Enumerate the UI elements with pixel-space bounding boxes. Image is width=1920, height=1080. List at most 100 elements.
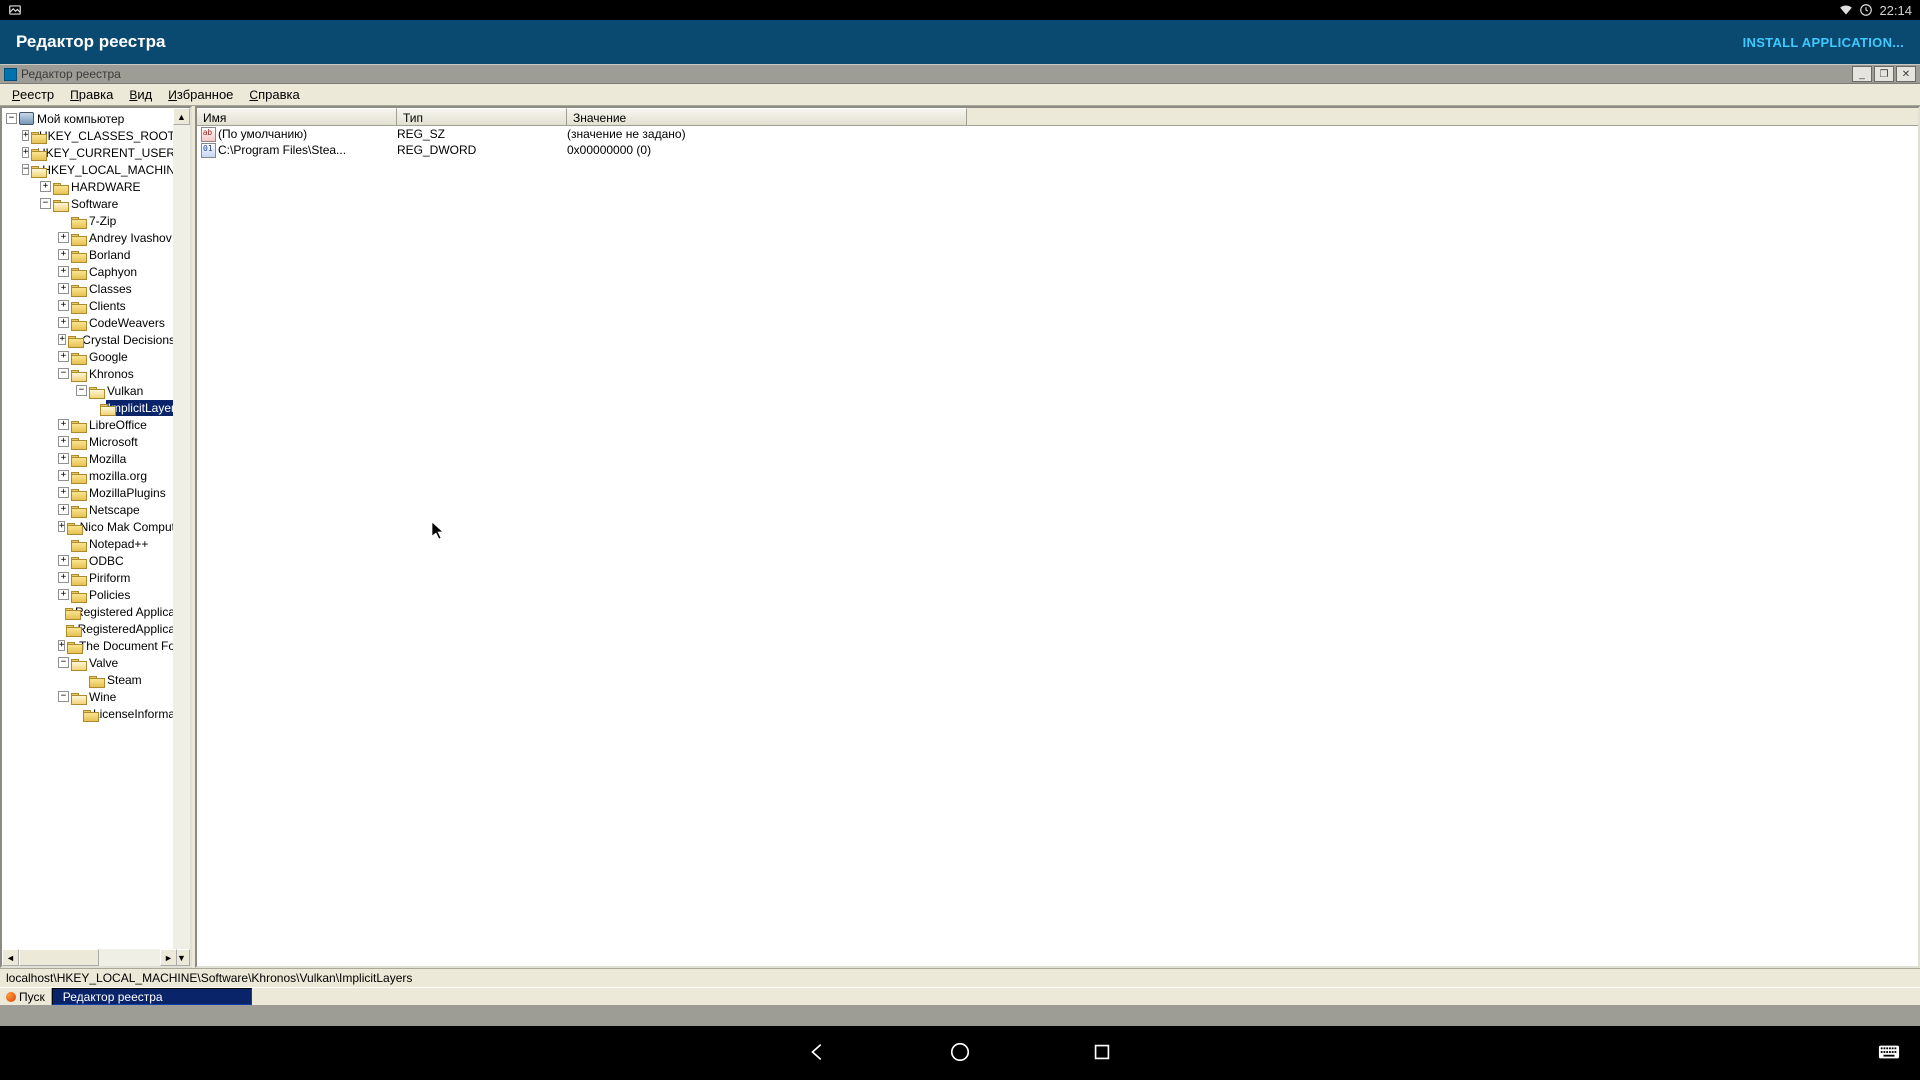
scroll-up-button[interactable]: ▲	[173, 108, 190, 125]
expander-icon[interactable]: +	[58, 521, 65, 532]
scroll-right-button[interactable]: ►	[160, 949, 177, 966]
scroll-thumb[interactable]	[19, 949, 99, 966]
menu-help[interactable]: Справка	[241, 84, 307, 105]
expander-icon[interactable]: +	[58, 232, 69, 243]
column-value[interactable]: Значение	[567, 108, 967, 125]
tree-label[interactable]: The Document Fo	[77, 638, 177, 654]
tree-label[interactable]: Netscape	[87, 502, 142, 518]
tree-label[interactable]: Notepad++	[87, 536, 150, 552]
expander-icon[interactable]: +	[58, 572, 69, 583]
tree-implicitlayers[interactable]: ImplicitLayer	[106, 400, 177, 416]
expander-icon[interactable]: +	[58, 283, 69, 294]
tree-label[interactable]: Piriform	[87, 570, 132, 586]
tree-item[interactable]: − Valve	[4, 654, 177, 671]
tree-item[interactable]: +mozilla.org	[4, 467, 177, 484]
menu-registry[interactable]: Реестр	[4, 84, 62, 105]
taskbar-item-regedit[interactable]: Редактор реестра	[52, 988, 252, 1005]
expander-icon[interactable]: +	[58, 436, 69, 447]
tree-item[interactable]: + Netscape	[4, 501, 177, 518]
tree-hardware[interactable]: HARDWARE	[69, 179, 143, 195]
expander-icon[interactable]: +	[22, 130, 29, 141]
close-button[interactable]: ✕	[1896, 66, 1916, 82]
expander-icon[interactable]: +	[58, 487, 69, 498]
expander-icon[interactable]: +	[58, 504, 69, 515]
window-titlebar[interactable]: Редактор реестра _ ❐ ✕	[0, 64, 1920, 84]
tree-root[interactable]: Мой компьютер	[35, 111, 126, 127]
tree-item[interactable]: + Microsoft	[4, 433, 177, 450]
tree-item[interactable]: + MozillaPlugins	[4, 484, 177, 501]
tree-item[interactable]: +Caphyon	[4, 263, 177, 280]
expander-icon[interactable]: −	[40, 198, 51, 209]
tree-item[interactable]: +ODBC	[4, 552, 177, 569]
tree-hkcr[interactable]: HKEY_CLASSES_ROOT	[37, 128, 177, 144]
expander-icon[interactable]: +	[58, 453, 69, 464]
tree-label[interactable]: Mozilla	[87, 451, 128, 467]
tree-label[interactable]: CodeWeavers	[87, 315, 167, 331]
tree-item[interactable]: + The Document Fo	[4, 637, 177, 654]
menu-edit[interactable]: Правка	[62, 84, 121, 105]
tree-vertical-scrollbar[interactable]: ▲ ▼	[173, 108, 190, 966]
value-row[interactable]: (По умолчанию)REG_SZ(значение не задано)	[197, 126, 1918, 142]
tree-item[interactable]: + Google	[4, 348, 177, 365]
tree-label[interactable]: Classes	[87, 281, 134, 297]
expander-icon[interactable]: +	[58, 640, 65, 651]
column-type[interactable]: Тип	[397, 108, 567, 125]
tree-wine[interactable]: Wine	[87, 689, 118, 705]
nav-home-button[interactable]	[949, 1041, 971, 1066]
registry-tree[interactable]: − Мой компьютер + HKEY_CLASSES_ROOT + HKEY_…	[2, 108, 177, 740]
tree-item[interactable]: + Borland	[4, 246, 177, 263]
tree-steam[interactable]: Steam	[105, 672, 144, 688]
tree-label[interactable]: Andrey Ivashov	[87, 230, 174, 246]
nav-back-button[interactable]	[807, 1041, 829, 1066]
expander-icon[interactable]: +	[22, 147, 29, 158]
expander-icon[interactable]: −	[6, 113, 17, 124]
tree-item[interactable]: RegisteredApplica	[4, 620, 177, 637]
tree-item[interactable]: + Nico Mak Comput	[4, 518, 177, 535]
tree-item[interactable]: + Clients	[4, 297, 177, 314]
nav-recent-button[interactable]	[1091, 1041, 1113, 1066]
tree-hklm[interactable]: HKEY_LOCAL_MACHIN	[40, 162, 177, 178]
tree-item[interactable]: + Crystal Decisions	[4, 331, 177, 348]
minimize-button[interactable]: _	[1852, 66, 1872, 82]
tree-label[interactable]: Registered Applica	[73, 604, 177, 620]
tree-hkcu[interactable]: HKEY_CURRENT_USER	[35, 145, 177, 161]
tree-label[interactable]: MozillaPlugins	[87, 485, 168, 501]
tree-label[interactable]: Clients	[87, 298, 128, 314]
expander-icon[interactable]: −	[22, 164, 29, 175]
tree-item[interactable]: + Mozilla	[4, 450, 177, 467]
value-row[interactable]: C:\Program Files\Stea...REG_DWORD0x00000…	[197, 142, 1918, 158]
expander-icon[interactable]: +	[58, 249, 69, 260]
tree-label[interactable]: Microsoft	[87, 434, 140, 450]
menu-view[interactable]: Вид	[121, 84, 160, 105]
tree-label[interactable]: Valve	[87, 655, 120, 671]
column-name[interactable]: Имя	[197, 108, 397, 125]
expander-icon[interactable]: +	[58, 334, 66, 345]
tree-label[interactable]: Crystal Decisions	[80, 332, 177, 348]
scroll-track[interactable]	[173, 125, 190, 949]
tree-label[interactable]: LibreOffice	[87, 417, 149, 433]
tree-label[interactable]: Borland	[87, 247, 132, 263]
expander-icon[interactable]: +	[58, 351, 69, 362]
tree-label[interactable]: Nico Mak Comput	[78, 519, 177, 535]
expander-icon[interactable]: +	[58, 589, 69, 600]
tree-horizontal-scrollbar[interactable]: ◄ ►	[2, 949, 177, 966]
tree-label[interactable]: Google	[87, 349, 130, 365]
tree-item[interactable]: Registered Applica	[4, 603, 177, 620]
tree-vulkan[interactable]: Vulkan	[105, 383, 145, 399]
tree-item[interactable]: + CodeWeavers	[4, 314, 177, 331]
install-application-link[interactable]: INSTALL APPLICATION...	[1743, 35, 1904, 50]
tree-item[interactable]: Notepad++	[4, 535, 177, 552]
expander-icon[interactable]: +	[40, 181, 51, 192]
tree-item[interactable]: + Piriform	[4, 569, 177, 586]
expander-icon[interactable]: −	[58, 657, 69, 668]
scroll-track[interactable]	[19, 949, 160, 966]
tree-item[interactable]: + Andrey Ivashov	[4, 229, 177, 246]
menu-favorites[interactable]: Избранное	[160, 84, 241, 105]
tree-item[interactable]: + Classes	[4, 280, 177, 297]
tree-software[interactable]: Software	[69, 196, 120, 212]
expander-icon[interactable]: +	[58, 317, 69, 328]
expander-icon[interactable]: +	[58, 300, 69, 311]
tree-label[interactable]: mozilla.org	[87, 468, 149, 484]
tree-licenseinfo[interactable]: LicenseInforma	[91, 706, 177, 722]
tree-item[interactable]: 7-Zip	[4, 212, 177, 229]
